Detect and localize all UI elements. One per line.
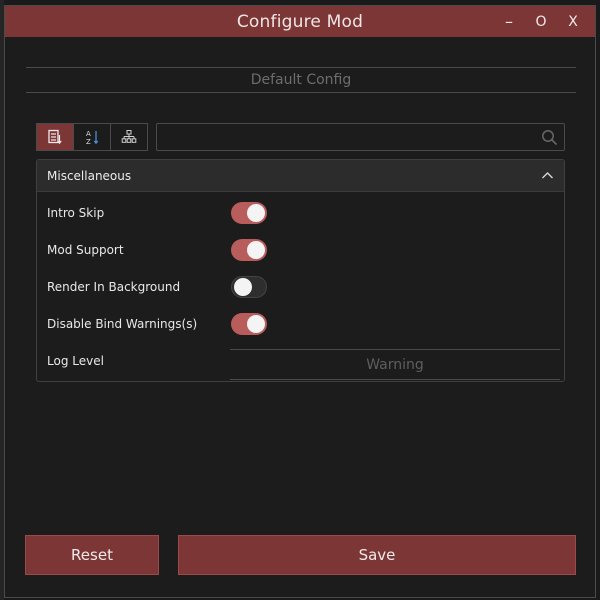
setting-label: Render In Background	[47, 280, 181, 294]
setting-row-intro-skip: Intro Skip	[47, 200, 557, 226]
svg-text:A: A	[86, 130, 91, 138]
minimize-button[interactable]: –	[493, 12, 525, 31]
window-controls: – O X	[493, 6, 589, 37]
setting-label: Intro Skip	[47, 206, 105, 220]
setting-label: Log Level	[47, 354, 104, 368]
mod-support-toggle[interactable]	[231, 239, 267, 261]
maximize-button[interactable]: O	[525, 14, 557, 30]
setting-row-disable-bind-warnings: Disable Bind Warnings(s)	[47, 311, 557, 337]
toggle-knob	[247, 241, 265, 259]
section-header[interactable]: Miscellaneous	[37, 160, 564, 192]
close-button[interactable]: X	[557, 14, 589, 30]
search-input[interactable]	[157, 124, 537, 152]
title-bar[interactable]: Configure Mod – O X	[5, 6, 595, 37]
sort-alphabetical-icon: A Z	[86, 130, 99, 145]
sort-alphabetical-button[interactable]: A Z	[74, 124, 111, 150]
disable-bind-warnings-toggle[interactable]	[231, 313, 267, 335]
svg-text:Z: Z	[86, 138, 91, 145]
hierarchy-view-button[interactable]	[111, 124, 147, 150]
log-level-select[interactable]: Warning	[230, 349, 560, 380]
intro-skip-toggle[interactable]	[231, 202, 267, 224]
settings-section: Miscellaneous Intro Skip Mod Support Ren…	[36, 159, 565, 382]
hierarchy-icon	[121, 130, 137, 143]
view-toolbar: A Z	[36, 123, 148, 151]
section-title: Miscellaneous	[47, 168, 132, 183]
toggle-knob	[247, 315, 265, 333]
chevron-up-icon[interactable]	[541, 169, 554, 182]
search-box	[156, 123, 565, 152]
toggle-knob	[234, 278, 252, 296]
sort-category-icon	[48, 129, 62, 145]
search-icon[interactable]	[541, 129, 558, 146]
save-button[interactable]: Save	[178, 535, 576, 575]
sort-category-button[interactable]	[37, 124, 74, 150]
toggle-knob	[247, 204, 265, 222]
configure-mod-window: Configure Mod – O X Default Config A Z M…	[4, 5, 596, 598]
setting-label: Mod Support	[47, 243, 124, 257]
setting-label: Disable Bind Warnings(s)	[47, 317, 198, 331]
setting-row-mod-support: Mod Support	[47, 237, 557, 263]
config-name-field[interactable]: Default Config	[26, 67, 576, 93]
reset-button[interactable]: Reset	[25, 535, 159, 575]
window-title: Configure Mod	[236, 11, 364, 32]
setting-row-render-in-background: Render In Background	[47, 274, 557, 300]
render-in-background-toggle[interactable]	[231, 276, 267, 298]
